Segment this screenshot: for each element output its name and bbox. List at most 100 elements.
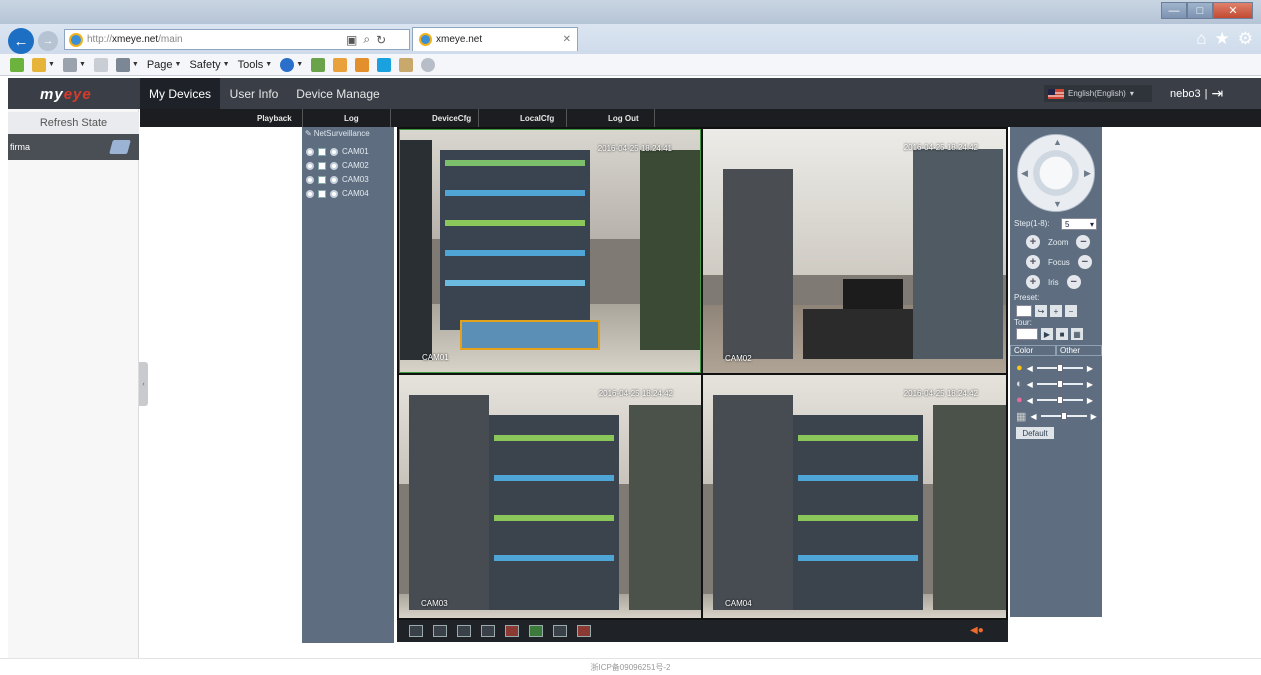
channel-item[interactable]: CAM03 [306, 173, 369, 186]
refresh-icon[interactable]: ↻ [376, 33, 386, 47]
feeds-menu[interactable]: ▼ [62, 57, 86, 72]
volume-icon[interactable]: ◀● [970, 625, 984, 636]
decrease-icon[interactable]: ◀ [1027, 396, 1033, 405]
decrease-icon[interactable]: ◀ [1027, 364, 1033, 373]
tour-stop-button[interactable]: ■ [1056, 328, 1068, 340]
hue-slider[interactable]: ▦ ◀ ▶ [1016, 410, 1097, 423]
talk-icon[interactable] [553, 625, 567, 637]
ptz-direction-pad[interactable]: ▲ ▼ ◀ ▶ [1017, 134, 1095, 212]
language-select[interactable]: English(English) ▾ [1044, 85, 1152, 102]
submenu-logout[interactable]: Log Out [608, 109, 639, 127]
arrow-up-icon[interactable]: ▲ [1053, 137, 1062, 147]
slider-knob[interactable] [1056, 380, 1063, 388]
print-menu[interactable]: ▼ [115, 57, 139, 72]
increase-icon[interactable]: ▶ [1087, 380, 1093, 389]
slider-knob[interactable] [1056, 396, 1063, 404]
layout-1-icon[interactable] [433, 625, 447, 637]
submenu-log[interactable]: Log [344, 109, 359, 127]
brightness-slider[interactable]: ● ◀ ▶ [1016, 362, 1093, 374]
collapse-handle[interactable]: ‹ [139, 362, 148, 406]
stop-icon[interactable] [577, 625, 591, 637]
arrow-left-icon[interactable]: ◀ [1021, 168, 1028, 179]
arrow-down-icon[interactable]: ▼ [1053, 199, 1062, 209]
tour-input[interactable] [1016, 328, 1038, 340]
stream-checkbox[interactable] [318, 147, 326, 156]
device-item-firma[interactable]: firma [8, 134, 139, 160]
tools-menu[interactable]: Tools ▼ [238, 59, 273, 71]
preset-add-button[interactable]: + [1050, 305, 1062, 317]
tour-play-button[interactable]: ▶ [1041, 328, 1053, 340]
stream-checkbox[interactable] [318, 175, 326, 184]
mail-icon[interactable] [93, 57, 108, 72]
nav-my-devices[interactable]: My Devices [140, 78, 220, 109]
preset-input[interactable] [1016, 305, 1032, 317]
record-radio[interactable] [306, 175, 314, 184]
stream-checkbox[interactable] [318, 161, 326, 170]
video-cam03[interactable]: 2016-04-25 18:24:42 CAM03 [399, 375, 701, 618]
zoom-in-button[interactable]: + [1026, 235, 1040, 249]
research-icon[interactable] [399, 57, 414, 72]
iris-close-button[interactable]: − [1066, 275, 1081, 289]
preset-remove-button[interactable]: − [1065, 305, 1077, 317]
increase-icon[interactable]: ▶ [1087, 364, 1093, 373]
channel-item[interactable]: CAM01 [306, 145, 369, 158]
gear-icon[interactable]: ⚙ [1238, 29, 1253, 49]
decrease-icon[interactable]: ◀ [1030, 412, 1036, 421]
iris-open-button[interactable]: + [1026, 275, 1040, 289]
channel-item[interactable]: CAM04 [306, 187, 369, 200]
pen-icon[interactable] [333, 57, 348, 72]
contrast-slider[interactable]: ◐ ◀ ▶ [1016, 378, 1093, 390]
increase-icon[interactable]: ▶ [1087, 396, 1093, 405]
record-radio[interactable] [306, 189, 314, 198]
record-radio[interactable] [306, 161, 314, 170]
search-icon[interactable]: ⌕ [363, 32, 370, 47]
default-button[interactable]: Default [1016, 427, 1054, 439]
focus-in-button[interactable]: + [1026, 255, 1040, 269]
layout-4-icon[interactable] [457, 625, 471, 637]
record-radio[interactable] [306, 147, 314, 156]
stream-checkbox[interactable] [318, 189, 326, 198]
skype-icon[interactable] [377, 57, 392, 72]
tour-grid-button[interactable]: ▦ [1071, 328, 1083, 340]
focus-out-button[interactable]: − [1077, 255, 1092, 269]
maximize-button[interactable]: □ [1187, 2, 1213, 19]
logout-icon[interactable]: ⇥ [1211, 85, 1223, 102]
tab-close-icon[interactable]: ✕ [563, 34, 571, 45]
submenu-playback[interactable]: Playback [257, 109, 292, 127]
channel-radio[interactable] [330, 147, 338, 156]
arrow-right-icon[interactable]: ▶ [1084, 168, 1091, 179]
settings-icon[interactable] [421, 57, 436, 72]
help-menu[interactable]: ▼ [280, 57, 303, 72]
layout-9-icon[interactable] [481, 625, 495, 637]
suggested-sites-icon[interactable] [10, 57, 24, 72]
channel-radio[interactable] [330, 161, 338, 170]
compat-view-icon[interactable]: ▣ [346, 33, 357, 47]
saturation-slider[interactable]: ● ◀ ▶ [1016, 394, 1093, 406]
tab-xmeye[interactable]: xmeye.net ✕ [412, 27, 578, 51]
preset-goto-button[interactable]: ↪ [1035, 305, 1047, 317]
video-cam01[interactable]: 2016-04-25 18:24:41 CAM01 [399, 129, 701, 373]
page-menu[interactable]: Page ▼ [147, 59, 182, 71]
tab-color[interactable]: Color [1010, 345, 1056, 356]
zoom-out-button[interactable]: − [1076, 235, 1091, 249]
decrease-icon[interactable]: ◀ [1027, 380, 1033, 389]
channel-radio[interactable] [330, 175, 338, 184]
refresh-state-button[interactable]: Refresh State [8, 112, 139, 134]
back-button[interactable]: ← [8, 28, 34, 54]
share-icon[interactable] [355, 57, 370, 72]
slider-knob[interactable] [1060, 412, 1067, 420]
nav-device-manage[interactable]: Device Manage [296, 78, 380, 109]
nav-user-info[interactable]: User Info [226, 78, 282, 109]
channel-radio[interactable] [330, 189, 338, 198]
increase-icon[interactable]: ▶ [1091, 412, 1097, 421]
home-menu[interactable]: ▼ [32, 57, 55, 72]
tab-other[interactable]: Other [1056, 345, 1102, 356]
tree-root[interactable]: ✎ NetSurveillance [305, 129, 370, 138]
channel-item[interactable]: CAM02 [306, 159, 369, 172]
favorites-icon[interactable]: ★ [1215, 29, 1230, 49]
submenu-localcfg[interactable]: LocalCfg [520, 109, 554, 127]
submenu-devicecfg[interactable]: DeviceCfg [432, 109, 471, 127]
video-cam04[interactable]: 2016-04-25 18:24:42 CAM04 [703, 375, 1006, 618]
fullscreen-icon[interactable] [409, 625, 423, 637]
video-cam02[interactable]: 2016-04-25 18:24:42 CAM02 [703, 129, 1006, 373]
